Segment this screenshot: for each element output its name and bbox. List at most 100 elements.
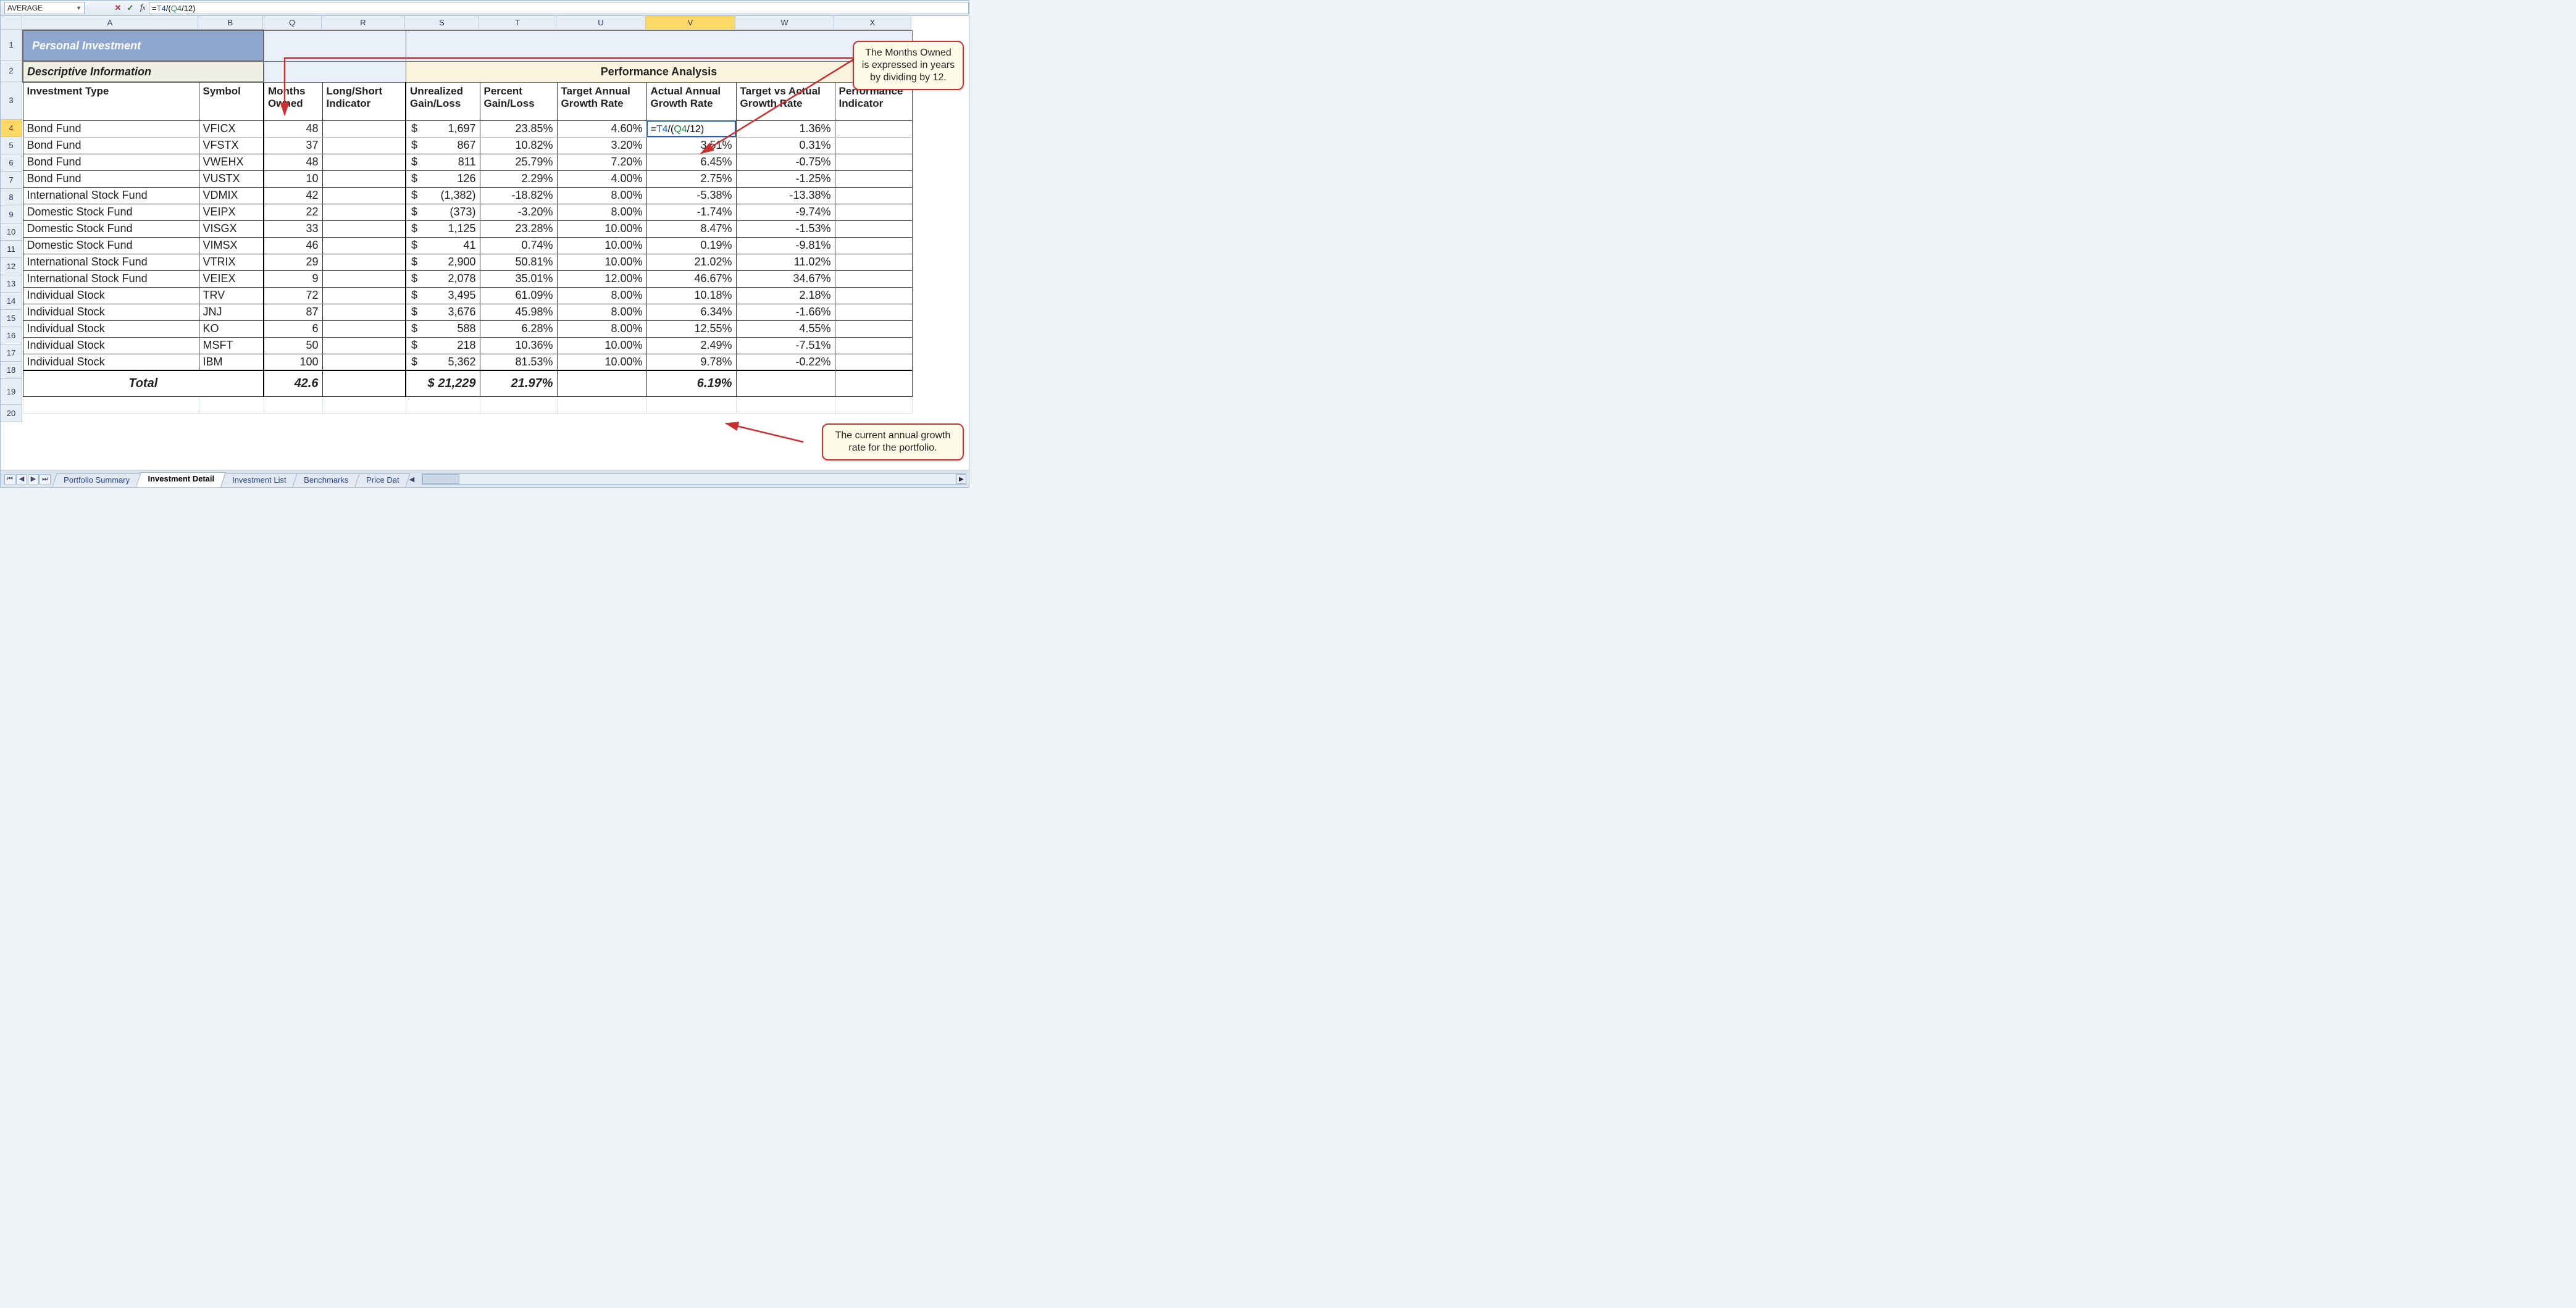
cell-pct[interactable]: 81.53%	[480, 354, 557, 370]
cell-gainloss[interactable]: $867	[406, 137, 480, 154]
cell-target[interactable]: 10.00%	[557, 237, 646, 254]
cell-perf[interactable]	[835, 120, 912, 137]
row-header-8[interactable]: 8	[1, 189, 22, 206]
cell-months[interactable]: 33	[264, 220, 322, 237]
cell-actual[interactable]: 3.51%	[646, 137, 736, 154]
cell-type[interactable]: Domestic Stock Fund	[23, 220, 199, 237]
row-header-15[interactable]: 15	[1, 310, 22, 327]
cell-gainloss[interactable]: $811	[406, 154, 480, 170]
cell-months[interactable]: 72	[264, 287, 322, 304]
empty[interactable]	[646, 396, 736, 413]
cell-type[interactable]: Bond Fund	[23, 120, 199, 137]
cell-perf[interactable]	[835, 237, 912, 254]
col-header-R[interactable]: R	[322, 16, 405, 30]
cell-actual[interactable]: 6.34%	[646, 304, 736, 320]
cell-tva[interactable]: 2.18%	[736, 287, 835, 304]
tab-nav-last-icon[interactable]: ⏭	[40, 474, 51, 485]
section-descriptive[interactable]: Descriptive Information	[23, 61, 264, 82]
empty[interactable]	[480, 396, 557, 413]
chevron-down-icon[interactable]: ▼	[76, 5, 82, 11]
cell-tva[interactable]: 4.55%	[736, 320, 835, 337]
row-header-11[interactable]: 11	[1, 241, 22, 258]
cell-type[interactable]: International Stock Fund	[23, 270, 199, 287]
cell-pct[interactable]: 6.28%	[480, 320, 557, 337]
cell-symbol[interactable]: VEIPX	[199, 204, 264, 220]
cell-tva[interactable]: -0.75%	[736, 154, 835, 170]
cell-gainloss[interactable]: $588	[406, 320, 480, 337]
cell-actual[interactable]: -1.74%	[646, 204, 736, 220]
cell-perf[interactable]	[835, 254, 912, 270]
scroll-right-icon[interactable]: ▶	[956, 474, 966, 484]
cell-actual[interactable]: 2.75%	[646, 170, 736, 187]
title-blank-q[interactable]	[264, 30, 406, 61]
header-U[interactable]: Target Annual Growth Rate	[557, 82, 646, 120]
cell-symbol[interactable]: VEIEX	[199, 270, 264, 287]
cell-indicator[interactable]	[322, 220, 406, 237]
cell-months[interactable]: 48	[264, 120, 322, 137]
cell-months[interactable]: 50	[264, 337, 322, 354]
cell-target[interactable]: 10.00%	[557, 254, 646, 270]
row-header-4[interactable]: 4	[1, 120, 22, 137]
header-Q[interactable]: Months Owned	[264, 82, 322, 120]
cell-perf[interactable]	[835, 170, 912, 187]
cell-actual[interactable]: 12.55%	[646, 320, 736, 337]
tab-nav-prev-icon[interactable]: ◀	[16, 474, 27, 485]
cell-indicator[interactable]	[322, 254, 406, 270]
select-all-corner[interactable]	[1, 16, 22, 30]
cell-type[interactable]: Bond Fund	[23, 170, 199, 187]
row-header-7[interactable]: 7	[1, 172, 22, 189]
cell-tva[interactable]: -7.51%	[736, 337, 835, 354]
cell-months[interactable]: 9	[264, 270, 322, 287]
cell-perf[interactable]	[835, 154, 912, 170]
cell-symbol[interactable]: VFSTX	[199, 137, 264, 154]
cell-indicator[interactable]	[322, 170, 406, 187]
cell-type[interactable]: Individual Stock	[23, 320, 199, 337]
row-header-18[interactable]: 18	[1, 362, 22, 379]
cell-indicator[interactable]	[322, 237, 406, 254]
cell-gainloss[interactable]: $2,900	[406, 254, 480, 270]
cell-target[interactable]: 8.00%	[557, 304, 646, 320]
confirm-edit-icon[interactable]: ✓	[124, 2, 136, 14]
cell-months[interactable]: 37	[264, 137, 322, 154]
col-header-S[interactable]: S	[405, 16, 479, 30]
cell-perf[interactable]	[835, 287, 912, 304]
cell-tva[interactable]: -1.25%	[736, 170, 835, 187]
cancel-edit-icon[interactable]: ✕	[112, 2, 124, 14]
cell-tva[interactable]: 11.02%	[736, 254, 835, 270]
sheet-tab-investment-detail[interactable]: Investment Detail	[136, 472, 225, 487]
cell-target[interactable]: 10.00%	[557, 354, 646, 370]
col-header-A[interactable]: A	[22, 16, 198, 30]
cell-type[interactable]: Bond Fund	[23, 154, 199, 170]
total-act[interactable]: 6.19%	[646, 370, 736, 396]
header-A[interactable]: Investment Type	[23, 82, 199, 120]
cell-symbol[interactable]: TRV	[199, 287, 264, 304]
cell-pct[interactable]: -3.20%	[480, 204, 557, 220]
col-header-B[interactable]: B	[198, 16, 263, 30]
cell-tva[interactable]: -1.66%	[736, 304, 835, 320]
cell-actual[interactable]: 9.78%	[646, 354, 736, 370]
header-B[interactable]: Symbol	[199, 82, 264, 120]
cell-tva[interactable]: -13.38%	[736, 187, 835, 204]
cell-months[interactable]: 46	[264, 237, 322, 254]
cell-symbol[interactable]: VISGX	[199, 220, 264, 237]
cell-pct[interactable]: 35.01%	[480, 270, 557, 287]
empty[interactable]	[835, 396, 912, 413]
cell-target[interactable]: 4.00%	[557, 170, 646, 187]
cell-perf[interactable]	[835, 354, 912, 370]
total-pct[interactable]: 21.97%	[480, 370, 557, 396]
cell-target[interactable]: 7.20%	[557, 154, 646, 170]
row-header-10[interactable]: 10	[1, 223, 22, 241]
cell-months[interactable]: 100	[264, 354, 322, 370]
header-W[interactable]: Target vs Actual Growth Rate	[736, 82, 835, 120]
cell-type[interactable]: Individual Stock	[23, 304, 199, 320]
cell-gainloss[interactable]: $5,362	[406, 354, 480, 370]
cell-indicator[interactable]	[322, 154, 406, 170]
empty[interactable]	[23, 396, 199, 413]
cell-target[interactable]: 8.00%	[557, 204, 646, 220]
cell-symbol[interactable]: VWEHX	[199, 154, 264, 170]
total-blank[interactable]	[322, 370, 406, 396]
row-header-3[interactable]: 3	[1, 81, 22, 120]
col-header-X[interactable]: X	[834, 16, 911, 30]
horizontal-scrollbar[interactable]: ◀ ▶	[422, 473, 966, 485]
sheet-tab-portfolio-summary[interactable]: Portfolio Summary	[52, 473, 141, 487]
